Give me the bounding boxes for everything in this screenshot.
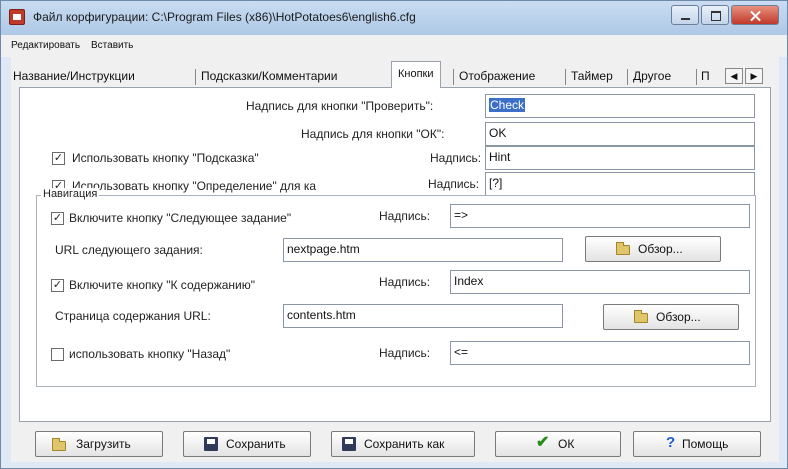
ok-button[interactable]: ✔ ОК	[495, 431, 621, 457]
contents-url-label: Страница содержания URL:	[55, 309, 211, 323]
contents-browse-button[interactable]: Обзор...	[603, 304, 739, 330]
folder-open-icon	[52, 438, 66, 454]
save-disk-icon	[204, 437, 218, 454]
back-checkbox[interactable]	[51, 348, 64, 361]
next-checkbox-label: Включите кнопку "Следующее задание"	[69, 211, 292, 225]
check-caption-label: Надпись для кнопки "Проверить":	[246, 99, 434, 113]
save-button[interactable]: Сохранить	[183, 431, 311, 457]
save-as-button[interactable]: Сохранить как	[331, 431, 475, 457]
title-bar[interactable]: Файл корфигурации: C:\Program Files (x86…	[1, 1, 787, 35]
contents-checkbox[interactable]: ✓	[51, 279, 64, 292]
check-caption-field[interactable]: Check	[485, 94, 755, 118]
ok-caption-label: Надпись для кнопки "ОК":	[301, 127, 445, 141]
save-as-label: Сохранить как	[364, 437, 445, 451]
app-icon	[9, 9, 25, 25]
help-label: Помощь	[682, 437, 729, 451]
next-browse-label: Обзор...	[638, 242, 683, 256]
next-caption-field[interactable]: =>	[450, 204, 750, 228]
save-as-disk-icon	[342, 437, 356, 454]
contents-caption-label: Надпись:	[379, 275, 431, 289]
tab-timer[interactable]: Таймер	[571, 65, 613, 87]
next-url-label: URL следующего задания:	[55, 243, 203, 257]
tab-display[interactable]: Отображение	[459, 65, 535, 87]
navigation-title: Навигация	[41, 188, 100, 200]
tab-buttons[interactable]: Кнопки	[391, 61, 441, 88]
window-title: Файл корфигурации: C:\Program Files (x86…	[33, 10, 416, 24]
contents-browse-label: Обзор...	[656, 310, 701, 324]
tab-scroll-left-icon[interactable]: ◀	[725, 68, 743, 84]
definition-checkbox-label: Использовать кнопку "Определение" для ка	[72, 179, 317, 193]
tab-separator	[565, 69, 566, 85]
back-caption-label: Надпись:	[379, 346, 431, 360]
tab-separator	[453, 69, 454, 85]
hint-checkbox[interactable]: ✓	[52, 152, 65, 165]
load-button[interactable]: Загрузить	[35, 431, 163, 457]
definition-caption-label: Надпись:	[428, 177, 480, 191]
tab-scroll-right-icon[interactable]: ▶	[745, 68, 763, 84]
minimize-button[interactable]	[671, 5, 699, 25]
tab-separator	[696, 69, 697, 85]
tab-more[interactable]: П	[701, 65, 710, 87]
tab-hints-comments[interactable]: Подсказки/Комментарии	[201, 65, 337, 87]
hint-caption-label: Надпись:	[430, 151, 482, 165]
load-label: Загрузить	[76, 437, 131, 451]
tab-separator	[195, 69, 196, 85]
ok-label: ОК	[558, 437, 575, 451]
menu-edit[interactable]: Редактировать	[11, 40, 80, 51]
save-label: Сохранить	[226, 437, 286, 451]
tab-other[interactable]: Другое	[633, 65, 671, 87]
contents-caption-field[interactable]: Index	[450, 270, 750, 294]
next-url-field[interactable]: nextpage.htm	[283, 238, 563, 262]
close-button[interactable]	[731, 5, 779, 25]
folder-open-icon	[616, 242, 630, 258]
next-caption-label: Надпись:	[379, 209, 431, 223]
help-button[interactable]: ? Помощь	[633, 431, 761, 457]
help-question-icon: ?	[666, 434, 676, 451]
folder-open-icon	[634, 310, 648, 326]
menu-insert[interactable]: Вставить	[91, 40, 133, 51]
buttons-tab-page: Надпись для кнопки "Проверить": Check На…	[19, 87, 771, 422]
hint-caption-field[interactable]: Hint	[485, 146, 755, 170]
back-checkbox-label: использовать кнопку "Назад"	[69, 347, 231, 361]
ok-caption-field[interactable]: OK	[485, 122, 755, 146]
checkmark-icon: ✔	[536, 434, 550, 451]
back-caption-field[interactable]: <=	[450, 341, 750, 365]
next-checkbox[interactable]: ✓	[51, 212, 64, 225]
maximize-button[interactable]	[701, 5, 729, 25]
menu-bar: Редактировать Вставить	[1, 35, 787, 57]
navigation-group: Навигация ✓ Включите кнопку "Следующее з…	[36, 188, 756, 387]
contents-checkbox-label: Включите кнопку "К содержанию"	[69, 278, 255, 292]
contents-url-field[interactable]: contents.htm	[283, 304, 563, 328]
config-window: Файл корфигурации: C:\Program Files (x86…	[0, 0, 788, 469]
check-caption-value: Check	[489, 98, 526, 112]
tab-title-instructions[interactable]: Название/Инструкции	[13, 65, 135, 87]
next-browse-button[interactable]: Обзор...	[585, 236, 721, 262]
hint-checkbox-label: Использовать кнопку "Подсказка"	[72, 151, 259, 165]
dialog-client: Надпись для кнопки "Проверить": Check На…	[11, 57, 779, 462]
tab-separator	[627, 69, 628, 85]
definition-caption-field[interactable]: [?]	[485, 172, 755, 196]
